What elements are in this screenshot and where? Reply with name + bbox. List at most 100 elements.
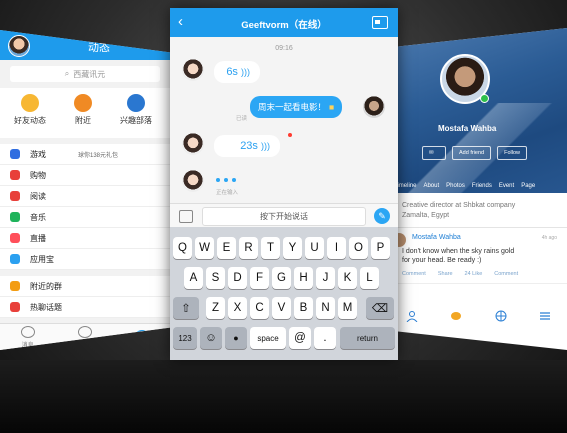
numbers-key[interactable]: 123: [173, 327, 197, 349]
tab-page[interactable]: Page: [521, 183, 535, 189]
key-t[interactable]: T: [261, 237, 280, 259]
voice-message[interactable]: 23s ))): [214, 135, 280, 157]
key-y[interactable]: Y: [283, 237, 302, 259]
avatar[interactable]: [363, 96, 385, 118]
list-sub: 球你138元礼包: [78, 152, 119, 159]
avatar[interactable]: [182, 59, 204, 81]
search-input[interactable]: ⌕ 西藏讯元: [10, 66, 160, 82]
list-label: 阅读: [30, 191, 46, 201]
key-b[interactable]: B: [294, 297, 313, 319]
search-icon: ⌕: [64, 69, 70, 78]
return-key[interactable]: return: [340, 327, 395, 349]
voice-duration: 23s: [240, 140, 258, 152]
music-icon: [10, 212, 20, 222]
star-icon: [135, 330, 150, 342]
list-item-shopping[interactable]: 购物: [0, 165, 170, 186]
key-g[interactable]: G: [272, 267, 291, 289]
tab-about[interactable]: About: [423, 183, 439, 189]
share-button[interactable]: Share: [438, 271, 453, 277]
key-v[interactable]: V: [272, 297, 291, 319]
feature-list: 游戏 球你138元礼包 购物 阅读 音乐 直播 应用宝 附近的群 热聊话题: [0, 144, 170, 318]
key-s[interactable]: S: [206, 267, 225, 289]
tab-feed[interactable]: [135, 330, 150, 344]
backspace-key[interactable]: ⌫: [366, 297, 394, 319]
key-k[interactable]: K: [338, 267, 357, 289]
quick-item-nearby[interactable]: 附近: [74, 94, 92, 134]
key-j[interactable]: J: [316, 267, 335, 289]
chat-input-bar: 按下开始说话 ✎: [170, 203, 398, 228]
key-p[interactable]: P: [371, 237, 390, 259]
key-f[interactable]: F: [250, 267, 269, 289]
left-header: 动态: [0, 30, 170, 60]
tab-photos[interactable]: Photos: [446, 183, 465, 189]
add-friend-button[interactable]: Add friend: [452, 146, 492, 160]
key-i[interactable]: I: [327, 237, 346, 259]
emoji-key[interactable]: ☺: [200, 327, 222, 349]
key-l[interactable]: L: [360, 267, 379, 289]
key-z[interactable]: Z: [206, 297, 225, 319]
post-actions: Comment Share 24 Like Comment: [390, 265, 567, 285]
key-d[interactable]: D: [228, 267, 247, 289]
list-label: 音乐: [30, 212, 46, 222]
list-label: 应用宝: [30, 254, 54, 264]
list-item-nearby-groups[interactable]: 附近的群: [0, 276, 170, 297]
avatar[interactable]: [8, 35, 30, 57]
key-r[interactable]: R: [239, 237, 258, 259]
chat-title: Geeftvorm（在线）: [241, 20, 327, 31]
voice-input-button[interactable]: 按下开始说话: [202, 207, 366, 226]
image-icon[interactable]: [179, 210, 193, 223]
mic-key[interactable]: ●: [225, 327, 247, 349]
avatar[interactable]: [182, 170, 204, 192]
key-h[interactable]: H: [294, 267, 313, 289]
key-u[interactable]: U: [305, 237, 324, 259]
key-e[interactable]: E: [217, 237, 236, 259]
quick-item-friends[interactable]: 好友动态: [14, 94, 46, 134]
sent-message[interactable]: 周末一起看电影！ ■: [250, 96, 343, 118]
avatar[interactable]: [182, 133, 204, 155]
chat-bubble-icon[interactable]: [450, 310, 462, 322]
key-q[interactable]: Q: [173, 237, 192, 259]
key-n[interactable]: N: [316, 297, 335, 319]
quick-item-tribe[interactable]: 兴趣部落: [120, 94, 152, 134]
list-item-game[interactable]: 游戏 球你138元礼包: [0, 144, 170, 165]
key-c[interactable]: C: [250, 297, 269, 319]
space-key[interactable]: space: [250, 327, 286, 349]
tab-contacts[interactable]: 联系人: [76, 325, 94, 349]
globe-icon[interactable]: [495, 310, 507, 322]
key-x[interactable]: X: [228, 297, 247, 319]
like-button[interactable]: 24 Like: [465, 271, 483, 277]
sound-wave-icon: ))): [261, 141, 270, 151]
contacts-icon: [77, 325, 92, 338]
chat-icon: [20, 325, 35, 338]
profile-card-icon[interactable]: [372, 16, 388, 29]
video-icon: [10, 233, 20, 243]
list-item-appstore[interactable]: 应用宝: [0, 249, 170, 270]
message-button[interactable]: ✉: [422, 146, 446, 160]
star-icon: [21, 94, 39, 112]
voice-message[interactable]: 6s ))): [214, 61, 260, 83]
list-item-reading[interactable]: 阅读: [0, 186, 170, 207]
list-item-live[interactable]: 直播: [0, 228, 170, 249]
tab-friends[interactable]: Friends: [472, 183, 492, 189]
key-o[interactable]: O: [349, 237, 368, 259]
shift-key[interactable]: ⇧: [173, 297, 199, 319]
pen-icon[interactable]: ✎: [374, 208, 390, 224]
profile-cover: Mostafa Wahba ✉ Add friend Follow Timeli…: [390, 28, 567, 193]
dot-key[interactable]: .: [314, 327, 336, 349]
list-item-topics[interactable]: 热聊话题: [0, 297, 170, 318]
tab-event[interactable]: Event: [499, 183, 514, 189]
comment-button[interactable]: Comment: [402, 271, 426, 277]
reflection-floor: [0, 360, 567, 433]
post-author[interactable]: Mostafa Wahba: [402, 234, 559, 241]
user-icon[interactable]: [406, 310, 418, 322]
at-key[interactable]: @: [289, 327, 311, 349]
comment-count-button[interactable]: Comment: [494, 271, 518, 277]
list-item-music[interactable]: 音乐: [0, 207, 170, 228]
menu-icon[interactable]: [539, 310, 551, 322]
left-tabbar: 消息 联系人: [0, 323, 170, 350]
key-a[interactable]: A: [184, 267, 203, 289]
key-m[interactable]: M: [338, 297, 357, 319]
tab-messages[interactable]: 消息: [20, 325, 35, 349]
key-w[interactable]: W: [195, 237, 214, 259]
follow-button[interactable]: Follow: [497, 146, 527, 160]
